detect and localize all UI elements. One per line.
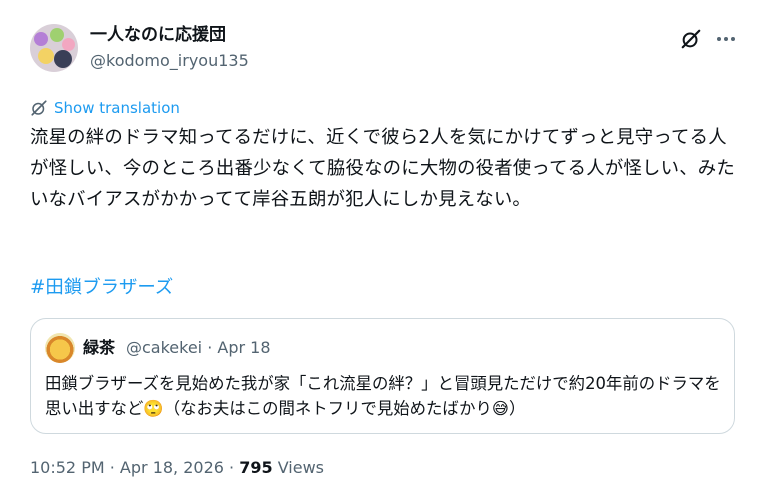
views-count: 795	[239, 458, 273, 477]
more-dots-icon[interactable]	[716, 36, 736, 42]
views-label: Views	[277, 458, 325, 477]
quoted-author-meta: @cakekei · Apr 18	[126, 337, 271, 359]
tweet-meta: 10:52 PM · Apr 18, 2026 · 795 Views	[30, 457, 324, 479]
tweet-time[interactable]: 10:52 PM	[30, 458, 105, 477]
tweet-date[interactable]: Apr 18, 2026	[120, 458, 224, 477]
tweet-text: 流星の絆のドラマ知ってるだけに、近くで彼ら2人を気にかけてずっと見守ってる人が怪…	[30, 127, 735, 210]
grok-icon[interactable]	[680, 28, 702, 50]
quoted-tweet-text: 田鎖ブラザーズを見始めた我が家「これ流星の絆？」と冒頭見ただけで約20年前のドラ…	[45, 374, 721, 418]
separator-dot: ·	[229, 458, 240, 477]
show-translation-button[interactable]: Show translation	[30, 98, 180, 118]
quoted-tweet-date[interactable]: Apr 18	[217, 338, 270, 357]
separator-dot: ·	[109, 458, 120, 477]
quoted-author-avatar[interactable]	[45, 333, 75, 363]
tweet-author-avatar[interactable]	[30, 24, 78, 72]
hashtag-link[interactable]: #田鎖ブラザーズ	[30, 274, 173, 302]
author-handle[interactable]: @kodomo_iryou135	[90, 50, 249, 72]
show-translation-label: Show translation	[54, 99, 180, 117]
quoted-author-handle: @cakekei	[126, 338, 203, 357]
separator-dot: ·	[207, 338, 218, 357]
quoted-author-name[interactable]: 緑茶	[83, 337, 115, 359]
translate-icon	[31, 100, 47, 116]
quoted-tweet[interactable]: 緑茶 @cakekei · Apr 18 田鎖ブラザーズを見始めた我が家「これ流…	[30, 318, 735, 434]
author-display-name[interactable]: 一人なのに応援団	[90, 24, 226, 46]
